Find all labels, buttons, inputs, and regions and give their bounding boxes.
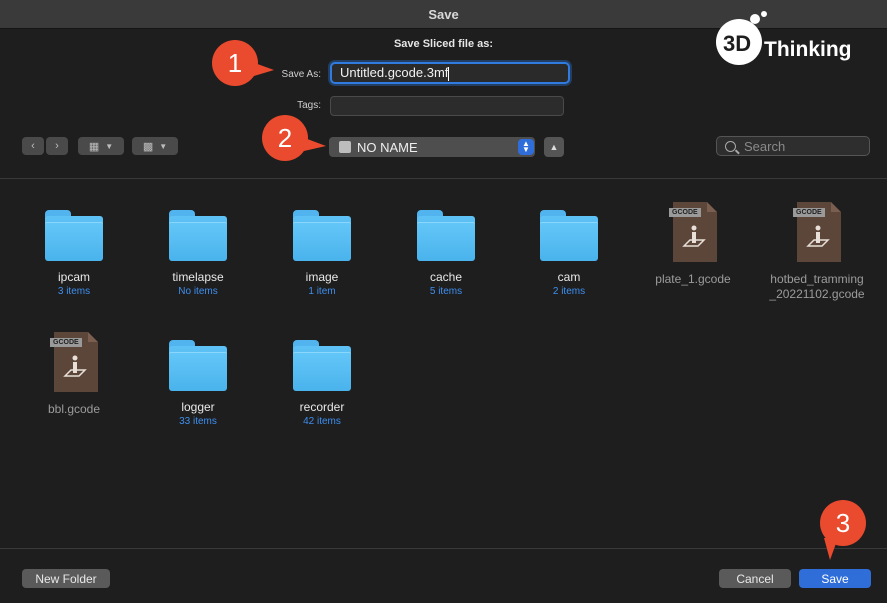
folder-icon	[293, 210, 351, 261]
item-count: 1 item	[308, 286, 336, 297]
folder-item-cam[interactable]: cam 2 items	[507, 210, 631, 299]
forward-button[interactable]: ›	[46, 137, 68, 155]
folder-icon	[169, 210, 227, 261]
folder-item-recorder[interactable]: recorder 42 items	[260, 340, 384, 429]
search-input[interactable]	[742, 137, 856, 155]
folder-item-logger[interactable]: logger 33 items	[136, 340, 260, 429]
group-view-button[interactable]: ▩ ▼	[132, 137, 178, 155]
folder-icon	[417, 210, 475, 261]
chevron-right-icon: ›	[55, 140, 59, 152]
folder-icon	[169, 340, 227, 391]
badge-pointer	[824, 538, 838, 560]
item-name: bbl.gcode	[47, 402, 101, 416]
updown-chevron-icon: ▲ ▼	[518, 139, 534, 155]
item-name: plate_1.gcode	[655, 272, 731, 286]
gcode-badge: GCODE	[50, 338, 82, 347]
new-folder-button[interactable]: New Folder	[22, 569, 110, 588]
gcode-badge: GCODE	[793, 208, 825, 217]
folder-icon	[45, 210, 103, 261]
gcode-file-icon: GCODE	[50, 332, 98, 392]
location-label: NO NAME	[357, 139, 418, 155]
item-count: 2 items	[552, 286, 586, 297]
item-name: recorder	[299, 400, 345, 414]
folder-icon	[540, 210, 598, 261]
item-count: 5 items	[429, 286, 463, 297]
file-item-bbl[interactable]: GCODE bbl.gcode	[12, 332, 136, 417]
item-count: 42 items	[303, 416, 341, 427]
disk-icon	[339, 141, 351, 153]
grid-icon: ▦	[88, 140, 100, 153]
tags-label: Tags:	[297, 100, 321, 111]
icon-view-button[interactable]: ▦ ▼	[78, 137, 124, 155]
item-count: 33 items	[179, 416, 217, 427]
step-number: 1	[227, 47, 243, 78]
folder-item-timelapse[interactable]: timelapse No items	[136, 210, 260, 299]
folder-item-cache[interactable]: cache 5 items	[384, 210, 508, 299]
expand-button[interactable]: ▲	[544, 137, 564, 157]
folder-icon	[293, 340, 351, 391]
item-name: logger	[181, 400, 215, 414]
chevron-left-icon: ‹	[31, 140, 35, 152]
list-grid-icon: ▩	[142, 140, 154, 153]
step-number: 3	[835, 507, 851, 538]
chevron-up-icon: ▲	[549, 142, 559, 152]
toolbar-divider	[0, 178, 887, 179]
item-count: 3 items	[57, 286, 91, 297]
gcode-file-icon: GCODE	[669, 202, 717, 262]
item-name-line2: _20221102.gcode	[769, 287, 865, 301]
folder-item-image[interactable]: image 1 item	[260, 210, 384, 299]
badge-pointer	[302, 137, 326, 151]
item-name: ipcam	[57, 270, 90, 284]
item-name-line1: hotbed_tramming	[770, 272, 864, 286]
item-name: image	[305, 270, 339, 284]
back-button[interactable]: ‹	[22, 137, 44, 155]
dialog-heading: Save Sliced file as:	[393, 38, 494, 50]
item-count: No items	[178, 286, 218, 297]
location-popup[interactable]: NO NAME ▲ ▼	[329, 137, 535, 157]
save-as-value: Untitled.gcode.3mf	[340, 65, 449, 80]
item-name: cache	[429, 270, 463, 284]
badge-pointer	[252, 62, 274, 76]
item-name: timelapse	[172, 270, 224, 284]
gcode-file-icon: GCODE	[793, 202, 841, 262]
cancel-button[interactable]: Cancel	[719, 569, 791, 588]
save-button[interactable]: Save	[799, 569, 871, 588]
search-icon	[725, 140, 736, 152]
chevron-down-icon: ▼	[105, 141, 114, 151]
save-as-input[interactable]: Untitled.gcode.3mf	[330, 62, 570, 84]
chevron-down-icon: ▼	[159, 141, 168, 151]
gcode-badge: GCODE	[669, 208, 701, 217]
window-title: Save	[428, 6, 459, 22]
item-name: cam	[557, 270, 581, 284]
file-item-hotbed-tramming[interactable]: GCODE hotbed_tramming _20221102.gcode	[755, 202, 879, 302]
step-number: 2	[277, 122, 293, 153]
folder-item-ipcam[interactable]: ipcam 3 items	[12, 210, 136, 299]
tags-input[interactable]	[330, 96, 564, 116]
file-item-plate-1[interactable]: GCODE plate_1.gcode	[631, 202, 755, 287]
search-field[interactable]	[716, 136, 870, 156]
file-browser: ipcam 3 items timelapse No items image 1…	[0, 180, 887, 546]
footer-divider	[0, 548, 887, 549]
